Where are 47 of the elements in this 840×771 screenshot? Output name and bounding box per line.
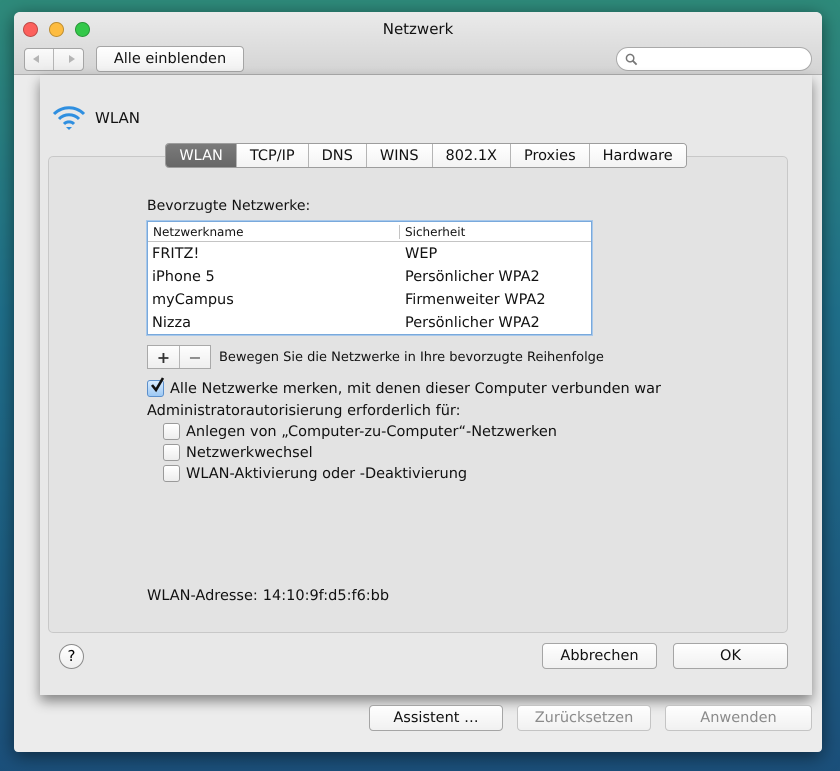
checkbox[interactable] [147,380,164,397]
tab[interactable]: DNS [308,144,366,167]
address-label: WLAN-Adresse: [147,588,258,604]
search-icon [625,52,638,66]
ok-button[interactable]: OK [673,643,788,669]
close-icon[interactable] [23,22,38,37]
tab[interactable]: WLAN [166,144,236,167]
table-cell-text: WEP [404,246,438,262]
checkbox[interactable] [163,444,180,461]
table-cell-text: Persönlicher WPA2 [404,314,541,330]
show-all-button[interactable]: Alle einblenden [96,46,244,72]
tab[interactable]: 802.1X [432,144,510,167]
window-title: Netzwerk [382,19,454,40]
service-name: WLAN [95,109,140,127]
wifi-icon [51,103,87,133]
checkbox-label: Alle Netzwerke merken, mit denen dieser Computer verbunden war [170,380,661,396]
tab[interactable]: WINS [366,144,432,167]
search-field[interactable] [616,47,812,71]
table-cell-text: myCampus [151,292,235,308]
zoom-icon[interactable] [75,22,90,37]
hint-text: Bewegen Sie die Netzwerke in Ihre bevorzugte Reihenfolge [219,350,604,364]
checkbox[interactable] [163,465,180,482]
checkbox-label: Netzwerkwechsel [186,444,313,460]
table-cell-text: Nizza [151,314,192,330]
table-cell-text: Firmenweiter WPA2 [404,292,547,308]
address-value: 14:10:9f:d5:f6:bb [262,588,390,604]
back-forward-control[interactable] [24,48,84,70]
forward-icon[interactable] [66,54,77,64]
tab[interactable]: TCP/IP [236,144,308,167]
checkbox[interactable] [163,423,180,440]
footer-button[interactable]: Assistent … [369,705,503,731]
checkbox-label: WLAN-Aktivierung oder -Deaktivierung [186,466,468,482]
table-cell-text: iPhone 5 [151,268,216,284]
section-label: Administratorautorisierung erforderlich für: [147,403,462,419]
section-label: Bevorzugte Netzwerke: [147,198,312,214]
back-icon[interactable] [31,54,42,64]
tab[interactable]: Hardware [588,144,686,167]
add-button[interactable]: + [148,346,179,368]
table-cell-text: FRITZ! [151,246,200,262]
help-button[interactable]: ? [59,644,84,668]
minimize-icon[interactable] [49,22,64,37]
column-header[interactable]: Netzwerkname [148,224,399,238]
table-cell-text: Persönlicher WPA2 [404,268,541,284]
checkbox-label: Anlegen von „Computer-zu-Computer“-Netzwerken [186,424,557,440]
cancel-button[interactable]: Abbrechen [542,643,657,669]
tab[interactable]: Proxies [510,144,589,167]
column-header[interactable]: Sicherheit [399,224,591,238]
